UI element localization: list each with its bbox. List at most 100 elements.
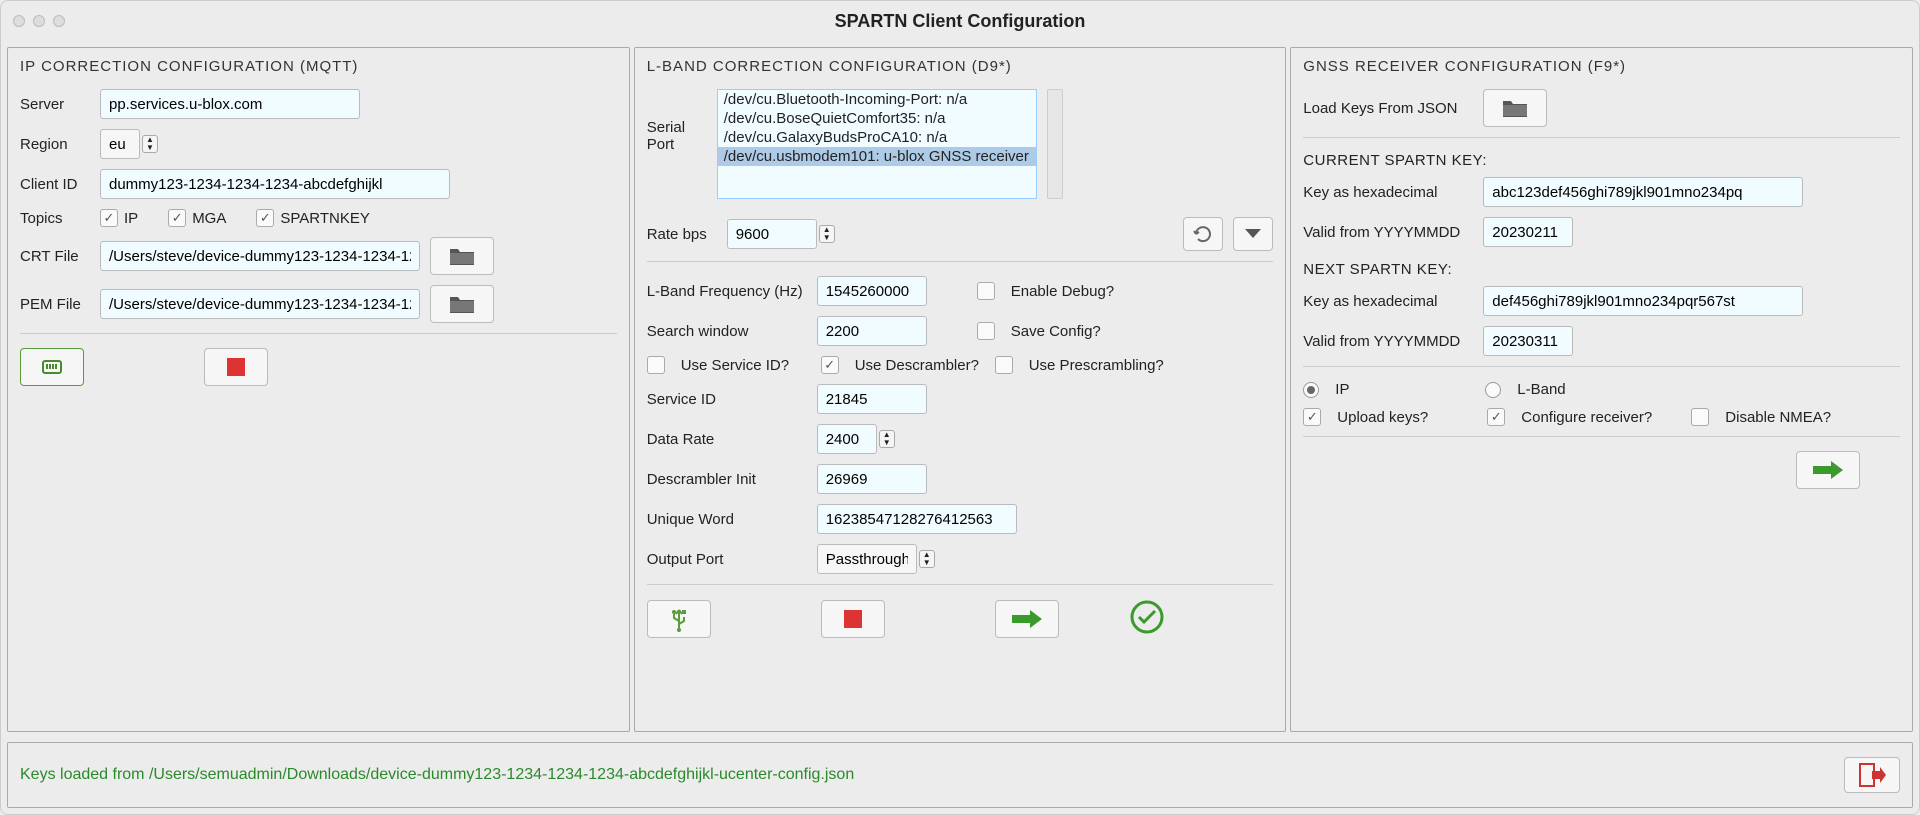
- serial-port-option[interactable]: /dev/cu.Bluetooth-Incoming-Port: n/a: [718, 90, 1036, 109]
- source-lband-label: L-Band: [1517, 381, 1565, 398]
- divider: [1303, 137, 1900, 138]
- source-ip-radio[interactable]: [1303, 382, 1319, 398]
- configure-rx-checkbox[interactable]: [1487, 408, 1505, 426]
- region-input[interactable]: [100, 129, 140, 159]
- disconnect-ip-button[interactable]: [204, 348, 268, 386]
- crt-input[interactable]: [100, 241, 420, 271]
- topic-mga-checkbox[interactable]: [168, 209, 186, 227]
- disable-nmea-checkbox[interactable]: [1691, 408, 1709, 426]
- check-circle-icon: [1129, 599, 1165, 635]
- uniqueword-input[interactable]: [817, 504, 1017, 534]
- clientid-input[interactable]: [100, 169, 450, 199]
- window-controls: [13, 15, 65, 27]
- current-keyhex-input[interactable]: [1483, 177, 1803, 207]
- search-input[interactable]: [817, 316, 927, 346]
- use-descrambler-checkbox[interactable]: [821, 356, 839, 374]
- next-validfrom-input[interactable]: [1483, 326, 1573, 356]
- divider: [20, 333, 617, 334]
- gnss-panel-title: GNSS RECEIVER CONFIGURATION (F9*): [1303, 58, 1900, 75]
- current-validfrom-input[interactable]: [1483, 217, 1573, 247]
- enable-debug-label: Enable Debug?: [1011, 283, 1114, 300]
- divider: [1303, 436, 1900, 437]
- next-validfrom-label: Valid from YYYYMMDD: [1303, 333, 1473, 350]
- refresh-ports-button[interactable]: [1183, 217, 1223, 251]
- minimize-window-button[interactable]: [33, 15, 45, 27]
- connect-serial-button[interactable]: [647, 600, 711, 638]
- folder-icon: [448, 293, 476, 315]
- topic-spartnkey-checkbox[interactable]: [256, 209, 274, 227]
- crt-label: CRT File: [20, 248, 90, 265]
- next-keyhex-input[interactable]: [1483, 286, 1803, 316]
- freq-input[interactable]: [817, 276, 927, 306]
- upload-keys-checkbox[interactable]: [1303, 408, 1321, 426]
- upload-keys-label: Upload keys?: [1337, 409, 1477, 426]
- disconnect-serial-button[interactable]: [821, 600, 885, 638]
- divider: [647, 261, 1274, 262]
- zoom-window-button[interactable]: [53, 15, 65, 27]
- serial-port-option[interactable]: /dev/cu.usbmodem101: u-blox GNSS receive…: [718, 147, 1036, 166]
- refresh-icon: [1193, 224, 1213, 244]
- datarate-stepper[interactable]: ▲▼: [879, 430, 895, 448]
- serial-port-label: Serial Port: [647, 89, 707, 153]
- status-bar: Keys loaded from /Users/semuadmin/Downlo…: [7, 742, 1913, 808]
- clientid-label: Client ID: [20, 176, 90, 193]
- enable-debug-checkbox[interactable]: [977, 282, 995, 300]
- datarate-input[interactable]: [817, 424, 877, 454]
- disable-nmea-label: Disable NMEA?: [1725, 409, 1831, 426]
- rate-stepper[interactable]: ▲▼: [819, 225, 835, 243]
- send-lband-button[interactable]: [995, 600, 1059, 638]
- use-descrambler-label: Use Descrambler?: [855, 357, 985, 374]
- datarate-label: Data Rate: [647, 431, 807, 448]
- topic-mga-label: MGA: [192, 210, 226, 227]
- source-lband-radio[interactable]: [1485, 382, 1501, 398]
- divider: [1303, 366, 1900, 367]
- folder-icon: [1501, 97, 1529, 119]
- source-ip-label: IP: [1335, 381, 1475, 398]
- use-serviceid-label: Use Service ID?: [681, 357, 811, 374]
- loadkeys-browse-button[interactable]: [1483, 89, 1547, 127]
- next-key-header: NEXT SPARTN KEY:: [1303, 261, 1900, 278]
- outputport-input[interactable]: [817, 544, 917, 574]
- send-gnss-button[interactable]: [1796, 451, 1860, 489]
- arrow-right-icon: [1811, 460, 1845, 480]
- current-key-header: CURRENT SPARTN KEY:: [1303, 152, 1900, 169]
- pem-browse-button[interactable]: [430, 285, 494, 323]
- crt-browse-button[interactable]: [430, 237, 494, 275]
- serial-port-option[interactable]: /dev/cu.GalaxyBudsProCA10: n/a: [718, 128, 1036, 147]
- rate-label: Rate bps: [647, 226, 717, 243]
- pem-input[interactable]: [100, 289, 420, 319]
- region-stepper[interactable]: ▲▼: [142, 135, 158, 153]
- ip-panel-title: IP CORRECTION CONFIGURATION (MQTT): [20, 58, 617, 75]
- search-label: Search window: [647, 323, 807, 340]
- titlebar: SPARTN Client Configuration: [1, 1, 1919, 41]
- outputport-label: Output Port: [647, 551, 807, 568]
- freq-label: L-Band Frequency (Hz): [647, 283, 807, 300]
- exit-button[interactable]: [1844, 757, 1900, 793]
- folder-icon: [448, 245, 476, 267]
- panels-row: IP CORRECTION CONFIGURATION (MQTT) Serve…: [1, 41, 1919, 738]
- serial-port-option[interactable]: /dev/cu.BoseQuietComfort35: n/a: [718, 109, 1036, 128]
- loadkeys-label: Load Keys From JSON: [1303, 100, 1473, 117]
- close-window-button[interactable]: [13, 15, 25, 27]
- serviceid-label: Service ID: [647, 391, 807, 408]
- window-title: SPARTN Client Configuration: [1, 11, 1919, 32]
- save-config-checkbox[interactable]: [977, 322, 995, 340]
- rate-input[interactable]: [727, 219, 817, 249]
- use-serviceid-checkbox[interactable]: [647, 356, 665, 374]
- stop-icon: [223, 356, 249, 378]
- topic-ip-checkbox[interactable]: [100, 209, 118, 227]
- outputport-stepper[interactable]: ▲▼: [919, 550, 935, 568]
- topic-spartnkey-label: SPARTNKEY: [280, 210, 369, 227]
- serviceid-input[interactable]: [817, 384, 927, 414]
- serial-port-listbox[interactable]: /dev/cu.Bluetooth-Incoming-Port: n/a/dev…: [717, 89, 1037, 199]
- region-spinner[interactable]: ▲▼: [100, 129, 158, 159]
- configure-rx-label: Configure receiver?: [1521, 409, 1681, 426]
- server-input[interactable]: [100, 89, 360, 119]
- descrambler-input[interactable]: [817, 464, 927, 494]
- topic-ip-label: IP: [124, 210, 138, 227]
- serial-scrollbar[interactable]: [1047, 89, 1063, 199]
- use-prescrambling-checkbox[interactable]: [995, 356, 1013, 374]
- current-keyhex-label: Key as hexadecimal: [1303, 184, 1473, 201]
- expand-ports-button[interactable]: [1233, 217, 1273, 251]
- connect-ip-button[interactable]: [20, 348, 84, 386]
